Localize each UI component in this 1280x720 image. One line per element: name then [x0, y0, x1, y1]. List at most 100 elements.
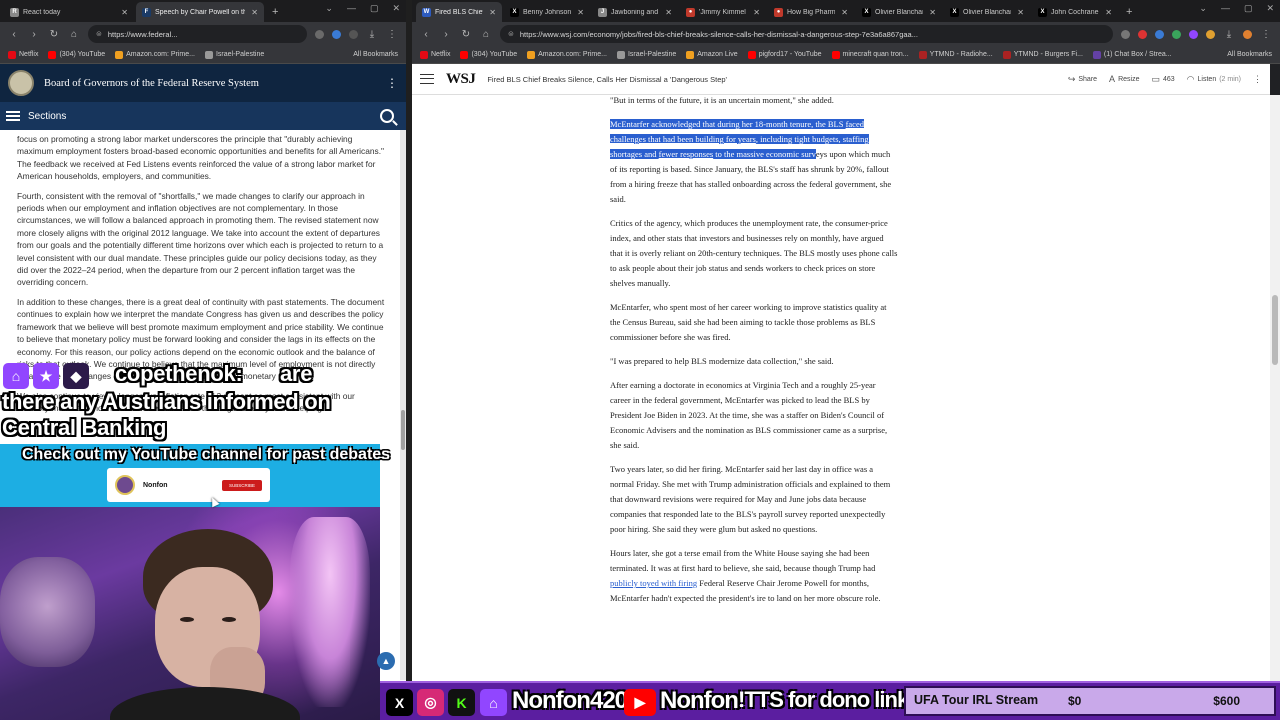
back-to-top-icon[interactable]: ▲: [377, 652, 395, 670]
bookmark-amazon[interactable]: Amazon.com: Prime...: [527, 50, 607, 59]
close-tab-icon[interactable]: ✕: [1017, 8, 1024, 17]
scroll-thumb[interactable]: [401, 410, 405, 450]
back-icon[interactable]: ‹: [420, 29, 432, 40]
close-tab-icon[interactable]: ✕: [841, 8, 848, 17]
all-bookmarks[interactable]: All Bookmarks: [1227, 51, 1272, 58]
share-button[interactable]: ↪ Share: [1068, 74, 1097, 85]
comments-button[interactable]: ▭ 463: [1151, 74, 1174, 85]
tab-wsj-bls[interactable]: W Fired BLS Chief B ✕: [416, 2, 502, 22]
extension-icon[interactable]: [1189, 29, 1198, 39]
close-tab-icon[interactable]: ✕: [1105, 8, 1112, 17]
hamburger-menu-icon[interactable]: [420, 74, 434, 84]
tab-big-pharma[interactable]: ● How Big Pharma ✕: [768, 2, 854, 22]
bookmark-pigford[interactable]: pigford17 - YouTube: [747, 50, 822, 59]
close-tab-icon[interactable]: ✕: [753, 8, 760, 17]
bookmark-label: Netflix: [431, 51, 451, 58]
download-icon[interactable]: ⤓: [1223, 29, 1235, 40]
bookmark-israel-palestine[interactable]: Israel-Palestine: [616, 50, 676, 59]
subscribe-button[interactable]: SUBSCRIBE: [221, 479, 262, 491]
site-title[interactable]: Board of Governors of the Federal Reserv…: [44, 78, 376, 89]
listen-button[interactable]: ◠ Listen (2 min): [1187, 74, 1241, 85]
forward-icon[interactable]: ›: [440, 29, 452, 40]
minimize-icon[interactable]: —: [1221, 3, 1230, 14]
extension-icon[interactable]: [349, 29, 358, 39]
reload-icon[interactable]: ↻: [460, 29, 472, 40]
bookmark-israel-palestine[interactable]: Israel-Palestine: [204, 50, 264, 59]
bookmark-netflix[interactable]: Netflix: [420, 50, 451, 59]
search-icon[interactable]: [380, 109, 394, 123]
home-icon[interactable]: ⌂: [480, 29, 492, 40]
wsj-logo[interactable]: WSJ: [446, 71, 476, 88]
extension-icon[interactable]: [1138, 29, 1147, 39]
tab-jimmy-kimmel[interactable]: ● 'Jimmy Kimmel ✕: [680, 2, 766, 22]
youtube-channel-card[interactable]: Nonfon SUBSCRIBE: [107, 468, 270, 502]
bookmark-chat-box[interactable]: (1) Chat Box / Strea...: [1092, 50, 1172, 59]
bookmark-ytmnd-burgers[interactable]: YTMND - Burgers Fi...: [1002, 50, 1083, 59]
close-window-icon[interactable]: ✕: [392, 3, 400, 14]
bookmark-amazon-live[interactable]: Amazon Live: [686, 50, 738, 59]
menu-icon[interactable]: ⋮: [1260, 29, 1272, 40]
maximize-icon[interactable]: ▢: [1244, 3, 1253, 14]
menu-icon[interactable]: ⋮: [386, 29, 398, 40]
extension-icon[interactable]: [332, 29, 341, 39]
tab-x-post[interactable]: X Olivier Blanchar ✕: [944, 2, 1030, 22]
extension-icon[interactable]: [1172, 29, 1181, 39]
sections-label[interactable]: Sections: [28, 111, 372, 122]
bookmark-minecraft[interactable]: minecraft quan tron...: [831, 50, 909, 59]
reload-icon[interactable]: ↻: [48, 29, 60, 40]
tab-react-today[interactable]: R React today ✕: [4, 2, 134, 22]
back-icon[interactable]: ‹: [8, 29, 20, 40]
article-link[interactable]: fewer responses: [659, 149, 714, 159]
bookmark-netflix[interactable]: Netflix: [8, 50, 38, 59]
bookmark-amazon[interactable]: Amazon.com: Prime...: [115, 50, 195, 59]
folder-icon: [204, 50, 213, 59]
resize-button[interactable]: A Resize: [1109, 74, 1139, 84]
right-bookmarks-bar: Netflix (304) YouTube Amazon.com: Prime.…: [412, 46, 1280, 64]
wsj-scrollbar[interactable]: [1270, 95, 1280, 720]
extension-icon[interactable]: [315, 29, 324, 39]
tab-jawboning[interactable]: J Jawboning and n ✕: [592, 2, 678, 22]
tab-x-post[interactable]: X Olivier Blanchar ✕: [856, 2, 942, 22]
hamburger-menu-icon[interactable]: [6, 111, 20, 121]
comment-icon: ▭: [1151, 73, 1160, 84]
extension-icon[interactable]: [1206, 29, 1215, 39]
tab-search-icon[interactable]: ⌄: [325, 3, 333, 14]
close-tab-icon[interactable]: ✕: [665, 8, 672, 17]
close-tab-icon[interactable]: ✕: [251, 8, 258, 17]
extension-icon[interactable]: [1121, 29, 1130, 39]
fed-scrollbar[interactable]: [400, 130, 406, 680]
tab-x-post[interactable]: X John Cochrane o ✕: [1032, 2, 1118, 22]
minimize-icon[interactable]: —: [347, 3, 356, 14]
address-bar[interactable]: ⊜ https://www.federal...: [88, 25, 307, 43]
more-options-icon[interactable]: ⋮: [1253, 74, 1262, 85]
scroll-thumb[interactable]: [1272, 295, 1278, 365]
bookmark-youtube[interactable]: (304) YouTube: [460, 50, 517, 59]
new-tab-icon[interactable]: +: [1120, 2, 1138, 22]
address-bar[interactable]: ⊜ https://www.wsj.com/economy/jobs/fired…: [500, 25, 1113, 43]
close-tab-icon[interactable]: ✕: [577, 8, 584, 17]
article-link[interactable]: publicly toyed with firing: [610, 578, 697, 588]
close-tab-icon[interactable]: ✕: [121, 8, 128, 17]
wsj-article-area: "But in terms of the future, it is an un…: [412, 95, 1270, 720]
close-tab-icon[interactable]: ✕: [489, 8, 496, 17]
tab-x-post[interactable]: X Benny Johnson o ✕: [504, 2, 590, 22]
forward-icon[interactable]: ›: [28, 29, 40, 40]
new-tab-icon[interactable]: +: [266, 2, 284, 22]
close-tab-icon[interactable]: ✕: [929, 8, 936, 17]
close-window-icon[interactable]: ✕: [1266, 3, 1274, 14]
site-info-icon[interactable]: ⊜: [508, 30, 514, 38]
bookmark-youtube[interactable]: (304) YouTube: [48, 50, 105, 59]
all-bookmarks[interactable]: All Bookmarks: [353, 51, 398, 58]
wsj-sticky-header: WSJ Fired BLS Chief Breaks Silence, Call…: [412, 64, 1270, 95]
fed-seal-logo[interactable]: [8, 70, 34, 96]
tab-fed-speech[interactable]: F Speech by Chair Powell on the ✕: [136, 2, 264, 22]
bookmark-ytmnd-radiohead[interactable]: YTMND - Radiohe...: [918, 50, 993, 59]
maximize-icon[interactable]: ▢: [370, 3, 379, 14]
more-options-icon[interactable]: ⋮: [386, 76, 398, 90]
site-info-icon[interactable]: ⊜: [96, 30, 102, 38]
extension-icon[interactable]: [1155, 29, 1164, 39]
profile-avatar-icon[interactable]: [1243, 29, 1252, 39]
home-icon[interactable]: ⌂: [68, 29, 80, 40]
tab-search-icon[interactable]: ⌄: [1199, 3, 1207, 14]
download-icon[interactable]: ⤓: [366, 29, 378, 40]
